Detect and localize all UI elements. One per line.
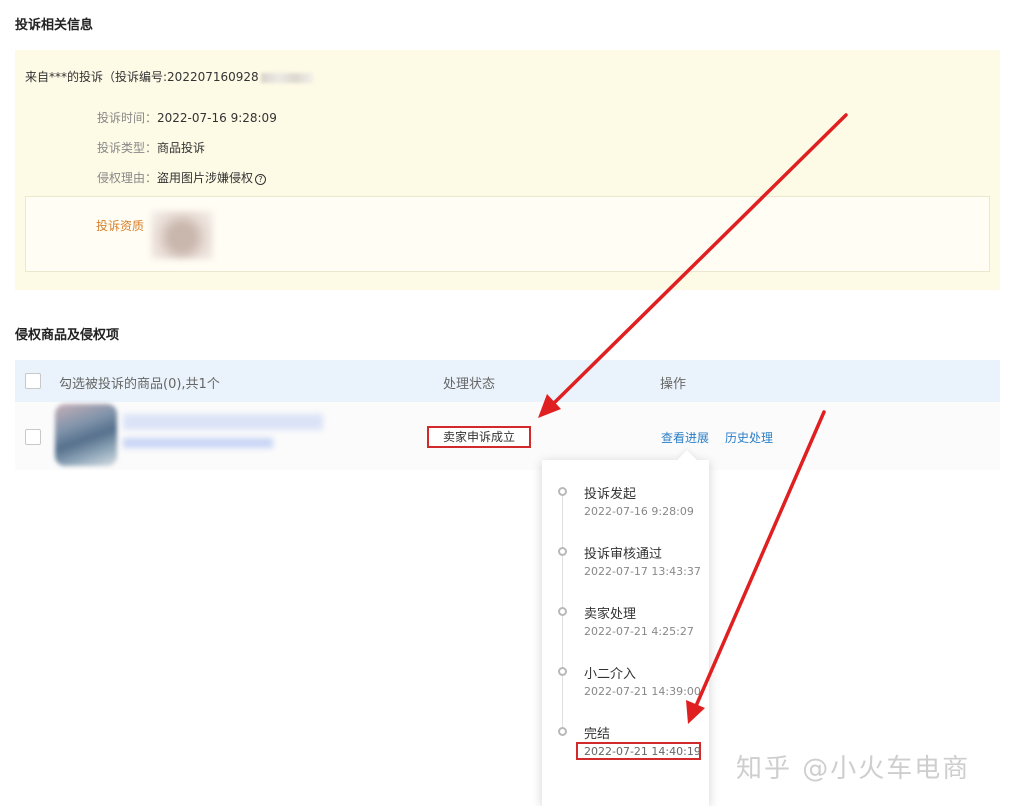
timeline-title: 完结 bbox=[584, 727, 611, 742]
infringement-reason-row: 侵权理由：盗用图片涉嫌侵权? bbox=[97, 169, 267, 186]
evidence-thumbnail[interactable] bbox=[151, 211, 213, 259]
complaint-from-row: 来自***的投诉（投诉编号:202207160928 bbox=[25, 68, 313, 85]
complaint-time-value: 2022-07-16 9:28:09 bbox=[157, 111, 277, 125]
timeline-title: 投诉审核通过 bbox=[584, 547, 663, 562]
goods-table-header: 勾选被投诉的商品(0),共1个 处理状态 操作 bbox=[15, 360, 1000, 402]
product-thumbnail[interactable] bbox=[55, 404, 117, 466]
complaint-info-panel: 来自***的投诉（投诉编号:202207160928 投诉时间：2022-07-… bbox=[15, 50, 1000, 290]
complaint-type-label: 投诉类型： bbox=[97, 141, 158, 155]
timeline-time: 2022-07-21 4:25:27 bbox=[584, 625, 694, 638]
progress-popover: 投诉发起 2022-07-16 9:28:09 投诉审核通过 2022-07-1… bbox=[542, 460, 709, 806]
history-link[interactable]: 历史处理 bbox=[725, 429, 773, 446]
infringement-reason-label: 侵权理由： bbox=[97, 171, 158, 185]
timeline-dot-icon bbox=[558, 727, 567, 736]
timeline-dot-icon bbox=[558, 607, 567, 616]
question-circle-icon[interactable]: ? bbox=[255, 174, 267, 185]
select-column-header: 勾选被投诉的商品(0),共1个 bbox=[59, 377, 220, 392]
product-title-redaction bbox=[123, 414, 323, 430]
view-progress-link[interactable]: 查看进展 bbox=[661, 429, 709, 446]
complaint-type-value: 商品投诉 bbox=[157, 141, 206, 155]
row-checkbox[interactable] bbox=[25, 429, 41, 445]
goods-section-title: 侵权商品及侵权项 bbox=[15, 328, 120, 343]
timeline-time: 2022-07-21 14:39:00 bbox=[584, 685, 701, 698]
timeline-title: 卖家处理 bbox=[584, 607, 637, 622]
timeline-item: 投诉审核通过 2022-07-17 13:43:37 bbox=[542, 520, 709, 578]
select-all-checkbox[interactable] bbox=[25, 373, 41, 389]
timeline-item: 小二介入 2022-07-21 14:39:00 bbox=[542, 640, 709, 698]
status-badge: 卖家申诉成立 bbox=[427, 426, 531, 448]
timeline-time: 2022-07-17 13:43:37 bbox=[584, 565, 701, 578]
evidence-box: 投诉资质 bbox=[25, 196, 990, 272]
product-sub-redaction bbox=[123, 438, 273, 448]
table-row: 卖家申诉成立 查看进展 历史处理 bbox=[15, 402, 1000, 470]
complaint-id-redaction bbox=[260, 72, 313, 83]
timeline-time: 2022-07-16 9:28:09 bbox=[584, 505, 694, 518]
timeline-dot-icon bbox=[558, 667, 567, 676]
complaint-time-label: 投诉时间： bbox=[97, 111, 158, 125]
watermark: 知乎 @小火车电商 bbox=[736, 754, 971, 784]
timeline-dot-icon bbox=[558, 547, 567, 556]
action-column-header: 操作 bbox=[660, 377, 687, 392]
infringement-reason-value: 盗用图片涉嫌侵权 bbox=[157, 171, 254, 185]
timeline-dot-icon bbox=[558, 487, 567, 496]
complaint-from-text: 来自***的投诉（投诉编号:202207160928 bbox=[25, 70, 259, 84]
complaint-type-row: 投诉类型：商品投诉 bbox=[97, 139, 205, 156]
complaint-time-row: 投诉时间：2022-07-16 9:28:09 bbox=[97, 109, 277, 126]
timeline-item: 投诉发起 2022-07-16 9:28:09 bbox=[542, 460, 709, 518]
timeline-title: 投诉发起 bbox=[584, 487, 637, 502]
evidence-label: 投诉资质 bbox=[96, 219, 145, 233]
complaint-section-title: 投诉相关信息 bbox=[15, 18, 94, 33]
status-column-header: 处理状态 bbox=[443, 377, 496, 392]
timeline-title: 小二介入 bbox=[584, 667, 637, 682]
timeline-time-highlighted: 2022-07-21 14:40:19 bbox=[576, 742, 701, 760]
timeline-item: 卖家处理 2022-07-21 4:25:27 bbox=[542, 580, 709, 638]
